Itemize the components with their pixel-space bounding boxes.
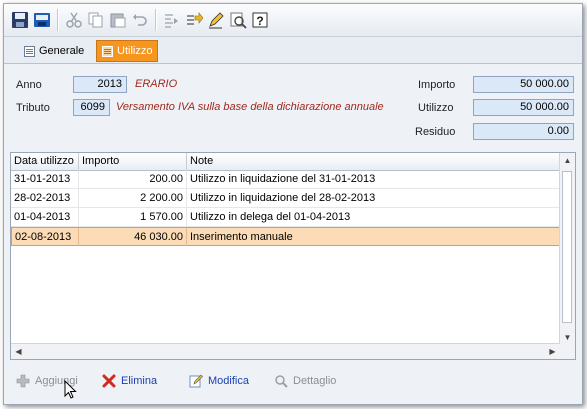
utilizzo-table[interactable]: Data utilizzo Importo Note 31-01-2013 20… xyxy=(10,152,576,360)
detail-button[interactable]: Dettaglio xyxy=(274,372,336,390)
cell-note: Inserimento manuale xyxy=(190,231,293,243)
edit-button-label: Modifica xyxy=(208,375,249,387)
residuo-label: Residuo xyxy=(415,126,456,138)
indent-icon[interactable] xyxy=(162,10,182,30)
cell-data: 01-04-2013 xyxy=(11,208,79,226)
cell-importo: 2 200.00 xyxy=(79,189,187,207)
anno-description: ERARIO xyxy=(135,78,178,90)
window: ? Generale Utilizzo Anno 2013 ERARIO Tri… xyxy=(3,3,583,405)
delete-button[interactable]: Elimina xyxy=(102,372,157,390)
magnifier-icon xyxy=(275,375,288,388)
cell-data: 28-02-2013 xyxy=(11,189,79,207)
delete-x-icon xyxy=(102,374,116,388)
tab-bar: Generale Utilizzo xyxy=(4,37,582,64)
export-icon[interactable] xyxy=(184,10,204,30)
scroll-left-icon[interactable]: ◀ xyxy=(11,344,26,359)
residuo-field[interactable]: 0.00 xyxy=(473,123,574,140)
cell-note: Utilizzo in liquidazione del 31-01-2013 xyxy=(190,173,376,185)
anno-field[interactable]: 2013 xyxy=(73,76,127,93)
copy-icon[interactable] xyxy=(86,10,106,30)
delete-button-label: Elimina xyxy=(121,375,158,387)
vertical-scrollbar[interactable]: ▲ ▼ xyxy=(559,153,575,345)
svg-text:?: ? xyxy=(256,14,263,28)
table-row-selected[interactable]: 02-08-2013 46 030.00 Inserimento manuale xyxy=(11,227,560,246)
cell-note: Utilizzo in delega del 01-04-2013 xyxy=(190,211,351,223)
cut-icon[interactable] xyxy=(64,10,84,30)
anno-label: Anno xyxy=(16,79,42,91)
save-as-icon[interactable] xyxy=(32,10,52,30)
scroll-thumb[interactable] xyxy=(562,171,572,323)
detail-button-label: Dettaglio xyxy=(293,375,337,387)
scroll-down-icon[interactable]: ▼ xyxy=(560,330,575,345)
tributo-field[interactable]: 6099 xyxy=(73,99,110,116)
cell-note: Utilizzo in liquidazione del 28-02-2013 xyxy=(190,192,376,204)
table-row[interactable]: 01-04-2013 1 570.00 Utilizzo in delega d… xyxy=(11,208,560,227)
tab-label: Utilizzo xyxy=(117,45,153,57)
importo-label: Importo xyxy=(418,79,456,91)
cell-data: 02-08-2013 xyxy=(12,228,79,246)
save-icon[interactable] xyxy=(10,10,30,30)
form-icon xyxy=(102,45,113,57)
column-header-note[interactable]: Note xyxy=(187,153,560,170)
cell-importo: 200.00 xyxy=(79,170,187,188)
edit-button[interactable]: Modifica xyxy=(189,372,249,390)
form-icon xyxy=(24,45,35,57)
horizontal-scrollbar[interactable]: ◀ ▶ xyxy=(11,343,560,359)
paste-icon[interactable] xyxy=(108,10,128,30)
plus-icon xyxy=(16,374,30,388)
header-form: Anno 2013 ERARIO Tributo 6099 Versamento… xyxy=(10,67,576,147)
tributo-label: Tributo xyxy=(16,102,50,114)
toolbar: ? xyxy=(4,4,582,37)
column-header-importo[interactable]: Importo xyxy=(79,153,187,170)
importo-field[interactable]: 50 000.00 xyxy=(473,76,574,93)
action-bar: Aggiungi Elimina Modifica Dettaglio xyxy=(4,366,582,396)
scroll-up-icon[interactable]: ▲ xyxy=(560,153,575,168)
scroll-right-icon[interactable]: ▶ xyxy=(545,344,560,359)
column-header-data[interactable]: Data utilizzo xyxy=(11,153,79,170)
tributo-description: Versamento IVA sulla base della dichiara… xyxy=(116,101,384,113)
table-header: Data utilizzo Importo Note xyxy=(11,153,560,171)
cell-data: 31-01-2013 xyxy=(11,170,79,188)
undo-icon[interactable] xyxy=(130,10,150,30)
tab-label: Generale xyxy=(39,45,85,57)
cell-importo: 1 570.00 xyxy=(79,208,187,226)
mouse-cursor-icon xyxy=(64,380,77,399)
edit-pencil-icon xyxy=(189,374,203,388)
utilizzo-field[interactable]: 50 000.00 xyxy=(473,99,574,116)
edit-icon[interactable] xyxy=(206,10,226,30)
preview-icon[interactable] xyxy=(228,10,248,30)
table-row[interactable]: 28-02-2013 2 200.00 Utilizzo in liquidaz… xyxy=(11,189,560,208)
utilizzo-label: Utilizzo xyxy=(418,102,454,114)
table-row[interactable]: 31-01-2013 200.00 Utilizzo in liquidazio… xyxy=(11,170,560,189)
cell-importo: 46 030.00 xyxy=(79,228,187,246)
tab-generale[interactable]: Generale xyxy=(18,40,90,62)
tab-utilizzo[interactable]: Utilizzo xyxy=(96,40,159,62)
scrollbar-corner xyxy=(560,344,575,359)
help-icon[interactable]: ? xyxy=(250,10,270,30)
